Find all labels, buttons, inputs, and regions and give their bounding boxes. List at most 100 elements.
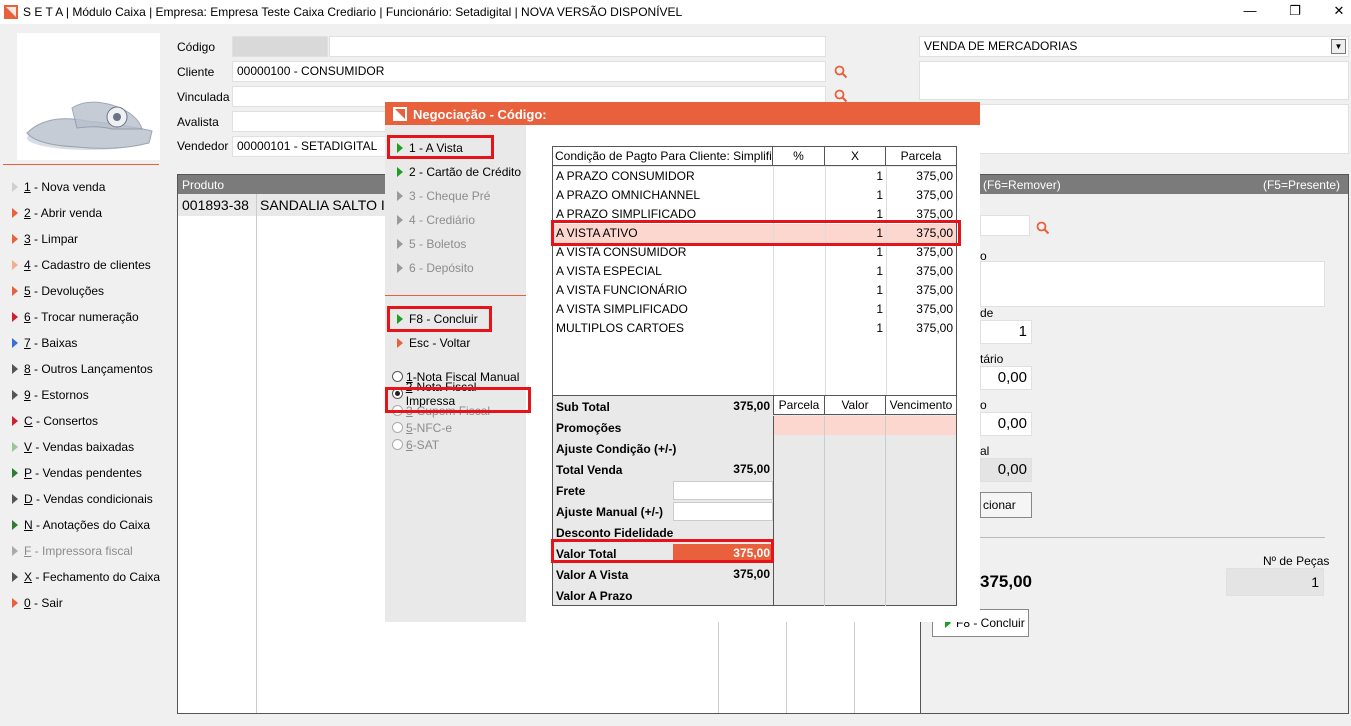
condition-row[interactable]: A VISTA CONSUMIDOR 1 375,00 — [553, 243, 956, 262]
condition-row[interactable]: A VISTA SIMPLIFICADO 1 375,00 — [553, 300, 956, 319]
condition-cell-x: 1 — [876, 226, 883, 240]
play-icon — [397, 167, 403, 177]
search-vinculada-icon[interactable] — [834, 89, 848, 103]
minimize-button[interactable]: — — [1227, 0, 1273, 24]
product-code-input[interactable] — [980, 215, 1030, 236]
condition-row[interactable]: A PRAZO SIMPLIFICADO 1 375,00 — [553, 205, 956, 224]
menu-item-label: D - Vendas condicionais — [24, 492, 153, 506]
col-valor: Valor — [825, 396, 886, 414]
col-parcela: Parcela — [900, 149, 942, 163]
condition-row[interactable]: A VISTA ATIVO 1 375,00 — [553, 224, 956, 243]
summary-value[interactable] — [673, 481, 773, 500]
condition-cell-parcela: 375,00 — [916, 302, 953, 316]
menu-item-label: 0 - Sair — [24, 596, 63, 610]
menu-item[interactable]: C - Consertos — [12, 411, 98, 431]
search-product-icon[interactable] — [1036, 221, 1050, 235]
menu-item[interactable]: 9 - Estornos — [12, 385, 89, 405]
condition-row[interactable]: A VISTA FUNCIONÁRIO 1 375,00 — [553, 281, 956, 300]
pecas-field: 1 — [1226, 568, 1324, 596]
menu-item[interactable]: 0 - Sair — [12, 593, 63, 613]
condition-table-wrap: Condição de Pagto Para Cliente: Simplifi… — [552, 146, 957, 606]
menu-item[interactable]: 1 - Nova venda — [12, 177, 105, 197]
payment-option: 4 - Crediário — [397, 210, 475, 230]
radio-icon[interactable] — [392, 371, 403, 382]
condition-cell-x: 1 — [876, 264, 883, 278]
payment-option[interactable]: 1 - A Vista — [397, 138, 463, 158]
condition-cell-name: A VISTA SIMPLIFICADO — [556, 302, 688, 316]
adicionar-button[interactable]: cionar — [980, 492, 1032, 518]
payment-option-label: 6 - Depósito — [409, 261, 474, 275]
codigo-input[interactable] — [329, 36, 826, 57]
description-box[interactable] — [980, 261, 1325, 307]
cliente-input[interactable]: 00000100 - CONSUMIDOR — [232, 61, 826, 82]
play-icon — [12, 208, 18, 218]
col-x: X — [825, 147, 886, 165]
menu-item[interactable]: 5 - Devoluções — [12, 281, 104, 301]
payment-option-label: 1 - A Vista — [409, 141, 463, 155]
operation-select[interactable]: VENDA DE MERCADORIAS ▼ — [919, 36, 1349, 57]
payment-options-panel: 1 - A Vista 2 - Cartão de Crédito 3 - Cheq… — [385, 125, 526, 622]
condition-row[interactable]: MULTIPLOS CARTOES 1 375,00 — [553, 319, 956, 338]
nf-radio-option[interactable]: 2-Nota Fiscal Impressa — [392, 380, 526, 408]
menu-item[interactable]: N - Anotações do Caixa — [12, 515, 150, 535]
title-bar: S E T A | Módulo Caixa | Empresa: Empres… — [0, 0, 1351, 24]
condition-row[interactable]: A PRAZO OMNICHANNEL 1 375,00 — [553, 186, 956, 205]
play-icon — [397, 314, 403, 324]
quantity-input[interactable]: 1 — [980, 320, 1032, 344]
condition-cell-x: 1 — [876, 283, 883, 297]
dialog-voltar-button[interactable]: Esc - Voltar — [397, 333, 470, 353]
menu-item-label: 9 - Estornos — [24, 388, 89, 402]
radio-icon[interactable] — [392, 388, 403, 399]
condition-cell-name: A PRAZO SIMPLIFICADO — [556, 207, 697, 221]
play-icon — [12, 338, 18, 348]
chevron-down-icon[interactable]: ▼ — [1331, 39, 1346, 54]
condition-cell-parcela: 375,00 — [916, 283, 953, 297]
unit-price-input[interactable]: 0,00 — [980, 366, 1032, 390]
dialog-concluir-button[interactable]: F8 - Concluir — [397, 309, 478, 329]
play-icon — [397, 263, 403, 273]
play-icon — [12, 468, 18, 478]
vendedor-input[interactable]: 00000101 - SETADIGITAL — [232, 136, 392, 157]
menu-item[interactable]: 3 - Limpar — [12, 229, 78, 249]
close-button[interactable]: ✕ — [1316, 0, 1351, 24]
play-icon — [12, 442, 18, 452]
condition-cell-parcela: 375,00 — [916, 226, 953, 240]
menu-item-label: X - Fechamento do Caixa — [24, 570, 161, 584]
summary-value — [673, 586, 773, 605]
play-icon — [12, 572, 18, 582]
menu-item-label: 3 - Limpar — [24, 232, 79, 246]
menu-item[interactable]: 2 - Abrir venda — [12, 203, 102, 223]
right-panel-header: ntos (F6=Remover) (F5=Presente) — [921, 175, 1348, 194]
menu-item[interactable]: X - Fechamento do Caixa — [12, 567, 160, 587]
menu-item[interactable]: 4 - Cadastro de clientes — [12, 255, 151, 275]
menu-item-label: 2 - Abrir venda — [24, 206, 103, 220]
menu-item[interactable]: 6 - Trocar numeração — [12, 307, 139, 327]
play-icon — [397, 239, 403, 249]
summary-value[interactable] — [673, 502, 773, 521]
restore-button[interactable]: ❐ — [1272, 0, 1318, 24]
menu-item[interactable]: P - Vendas pendentes — [12, 463, 142, 483]
condition-cell-x: 1 — [876, 169, 883, 183]
condition-cell-pct — [773, 319, 825, 338]
observation-box-1[interactable] — [919, 61, 1349, 100]
menu-item[interactable]: F - Impressora fiscal — [12, 541, 133, 561]
discount-input[interactable]: 0,00 — [980, 412, 1032, 436]
menu-item[interactable]: 7 - Baixas — [12, 333, 77, 353]
observation-box-2[interactable] — [919, 104, 1349, 154]
menu-item[interactable]: 8 - Outros Lançamentos — [12, 359, 153, 379]
menu-item[interactable]: D - Vendas condicionais — [12, 489, 153, 509]
row-code: 001893-38 — [182, 197, 249, 213]
payment-option[interactable]: 2 - Cartão de Crédito — [397, 162, 521, 182]
condition-cell-name: A VISTA ESPECIAL — [556, 264, 662, 278]
dialog-voltar-label: Esc - Voltar — [409, 336, 471, 350]
condition-row[interactable]: A PRAZO CONSUMIDOR 1 375,00 — [553, 167, 956, 186]
parcel-area — [773, 416, 956, 606]
col-pct: % — [773, 147, 825, 165]
menu-item[interactable]: V - Vendas baixadas — [12, 437, 134, 457]
codigo-prefix-field[interactable] — [232, 36, 328, 57]
nf-radio-label: 3-Cupom Fiscal — [406, 403, 491, 418]
avalista-input[interactable] — [232, 111, 392, 132]
condition-row[interactable]: A VISTA ESPECIAL 1 375,00 — [553, 262, 956, 281]
menu-item-label: C - Consertos — [24, 414, 99, 428]
search-cliente-icon[interactable] — [834, 65, 848, 79]
